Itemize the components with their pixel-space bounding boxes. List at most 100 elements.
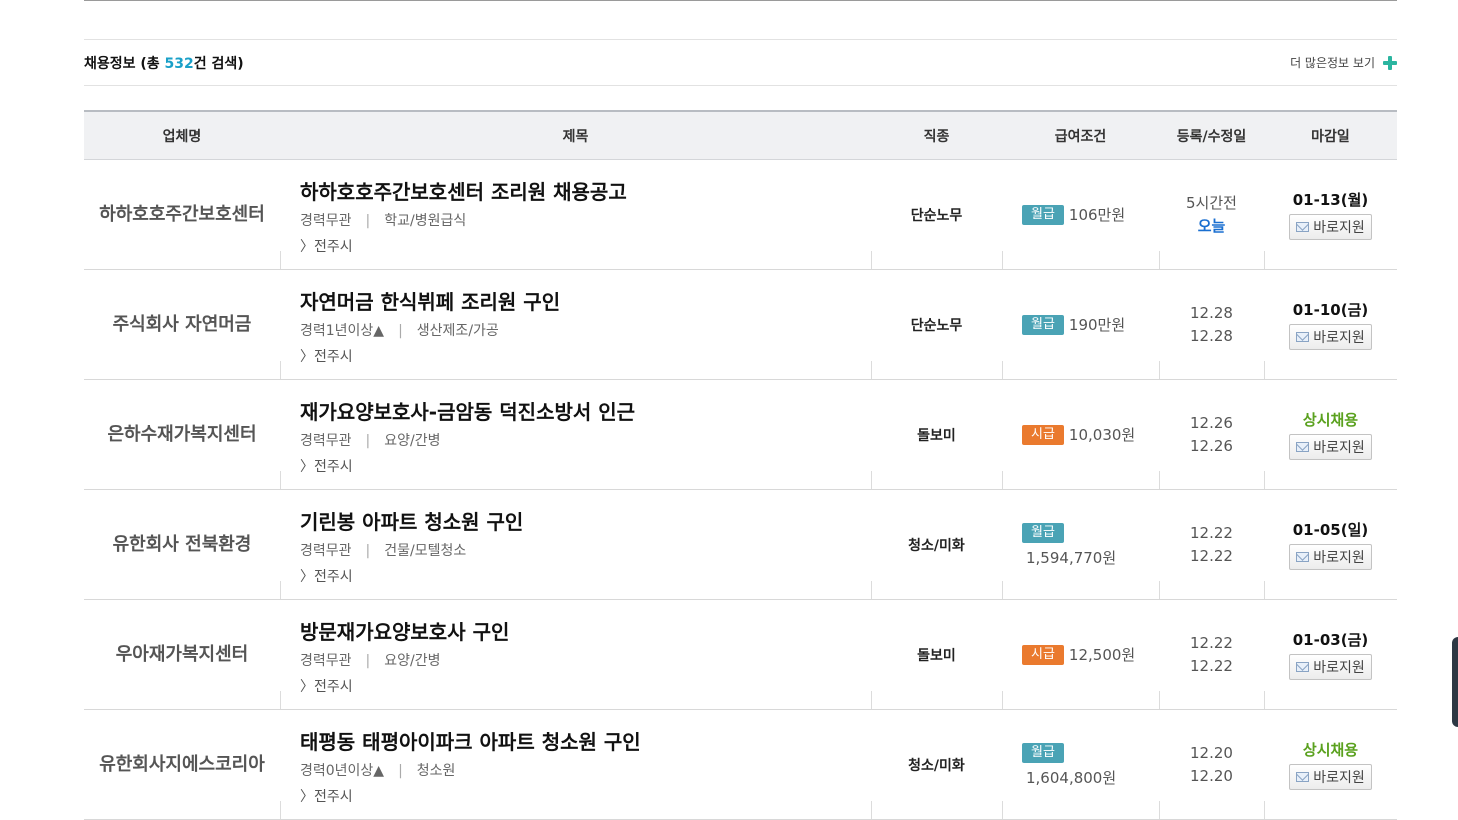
- pay-type-badge: 월급: [1022, 522, 1064, 543]
- mail-icon: [1296, 552, 1310, 562]
- chevron-right-icon: 〉: [300, 459, 314, 475]
- meta-separator: |: [365, 543, 371, 559]
- apply-button[interactable]: 바로지원: [1289, 434, 1372, 460]
- column-divider: [1002, 471, 1003, 489]
- column-divider: [1159, 361, 1160, 379]
- date-cell: 12.20 12.20: [1159, 710, 1264, 819]
- deadline: 01-03(금): [1292, 631, 1369, 649]
- company-name[interactable]: 주식회사 자연머금: [84, 270, 280, 379]
- apply-button[interactable]: 바로지원: [1289, 324, 1372, 350]
- apply-button[interactable]: 바로지원: [1289, 654, 1372, 680]
- job-type: 단순노무: [910, 317, 963, 334]
- pay-wrap: 월급 190만원: [1022, 314, 1159, 335]
- header-title: 제목: [562, 128, 589, 145]
- pay-type-badge: 시급: [1022, 424, 1064, 445]
- table-row: 주식회사 자연머금 자연머금 한식뷔페 조리원 구인 경력1년이상▲ | 생산제조/…: [84, 270, 1397, 380]
- location-label: 전주시: [314, 459, 353, 475]
- deadline-cell: 01-13(월) 바로지원: [1264, 160, 1397, 269]
- job-category: 요양/간병: [384, 653, 441, 669]
- job-info: 재가요양보호사-금암동 덕진소방서 인근 경력무관 | 요양/간병 〉전주시: [280, 380, 871, 489]
- column-divider: [1002, 691, 1003, 709]
- top-divider: [84, 0, 1397, 1]
- date-cell: 12.26 12.26: [1159, 380, 1264, 489]
- company-name[interactable]: 은하수재가복지센터: [84, 380, 280, 489]
- deadline-cell: 상시채용 바로지원: [1264, 380, 1397, 489]
- pay-amount: 12,500원: [1068, 646, 1136, 664]
- job-title-link[interactable]: 방문재가요양보호사 구인: [300, 620, 871, 644]
- summary-bar: 채용정보 (총 532건 검색) 더 많은정보 보기: [84, 39, 1397, 86]
- more-info-link[interactable]: 더 많은정보 보기: [1290, 54, 1397, 71]
- company-name[interactable]: 하하호호주간보호센터: [84, 160, 280, 269]
- deadline: 상시채용: [1302, 411, 1359, 429]
- modified-date: 12.22: [1190, 656, 1233, 675]
- location-label: 전주시: [314, 239, 353, 255]
- column-divider: [1159, 581, 1160, 599]
- job-info: 하하호호주간보호센터 조리원 채용공고 경력무관 | 학교/병원급식 〉전주시: [280, 160, 871, 269]
- job-title-link[interactable]: 자연머금 한식뷔페 조리원 구인: [300, 290, 871, 314]
- job-category: 학교/병원급식: [384, 213, 467, 229]
- chevron-right-icon: 〉: [300, 569, 314, 585]
- job-info: 태평동 태평아이파크 아파트 청소원 구인 경력0년이상▲ | 청소원 〉전주시: [280, 710, 871, 819]
- job-list-section: 채용정보 (총 532건 검색) 더 많은정보 보기 업체명 제목 직종 급여조…: [84, 0, 1397, 820]
- column-divider: [871, 471, 872, 489]
- column-divider: [1159, 801, 1160, 819]
- pay-condition: 시급 10,030원: [1002, 380, 1159, 489]
- column-divider: [871, 691, 872, 709]
- table-row: 유한회사 전북환경 기린봉 아파트 청소원 구인 경력무관 | 건물/모텔청소 〉전…: [84, 490, 1397, 600]
- company-name[interactable]: 유한회사지에스코리아: [84, 710, 280, 819]
- job-title-link[interactable]: 하하호호주간보호센터 조리원 채용공고: [300, 180, 871, 204]
- pay-type-badge: 월급: [1022, 742, 1064, 763]
- mail-icon: [1296, 222, 1310, 232]
- column-divider: [1002, 581, 1003, 599]
- column-divider: [280, 581, 281, 599]
- apply-button[interactable]: 바로지원: [1289, 764, 1372, 790]
- column-divider: [1002, 251, 1003, 269]
- pay-type-badge: 시급: [1022, 644, 1064, 665]
- apply-button[interactable]: 바로지원: [1289, 544, 1372, 570]
- job-location: 〉전주시: [300, 566, 871, 586]
- column-divider: [280, 691, 281, 709]
- column-divider: [871, 801, 872, 819]
- company-name[interactable]: 유한회사 전북환경: [84, 490, 280, 599]
- chevron-right-icon: 〉: [300, 789, 314, 805]
- column-divider: [1264, 581, 1265, 599]
- apply-label: 바로지원: [1313, 660, 1365, 676]
- pay-type-badge: 월급: [1022, 314, 1064, 335]
- apply-label: 바로지원: [1313, 770, 1365, 786]
- header-pay: 급여조건: [1054, 128, 1107, 145]
- registered-date: 12.28: [1190, 303, 1233, 322]
- career-requirement: 경력무관: [300, 543, 352, 559]
- chevron-right-icon: 〉: [300, 349, 314, 365]
- column-divider: [280, 471, 281, 489]
- job-title-link[interactable]: 기린봉 아파트 청소원 구인: [300, 510, 871, 534]
- job-type: 단순노무: [910, 207, 963, 224]
- meta-separator: |: [398, 323, 403, 339]
- modified-date: 오늘: [1197, 216, 1226, 235]
- job-category: 건물/모텔청소: [384, 543, 467, 559]
- floating-widget-edge[interactable]: [1452, 637, 1458, 727]
- mail-icon: [1296, 332, 1310, 342]
- job-type: 청소/미화: [908, 757, 965, 774]
- deadline: 01-10(금): [1292, 301, 1369, 319]
- job-title-link[interactable]: 태평동 태평아이파크 아파트 청소원 구인: [300, 730, 871, 754]
- pay-amount: 10,030원: [1068, 426, 1136, 444]
- job-location: 〉전주시: [300, 456, 871, 476]
- registered-date: 12.20: [1190, 743, 1233, 762]
- career-requirement: 경력무관: [300, 213, 352, 229]
- job-location: 〉전주시: [300, 346, 871, 366]
- table-row: 유한회사지에스코리아 태평동 태평아이파크 아파트 청소원 구인 경력0년이상▲…: [84, 710, 1397, 820]
- location-label: 전주시: [314, 349, 353, 365]
- company-name[interactable]: 우아재가복지센터: [84, 600, 280, 709]
- date-cell: 12.22 12.22: [1159, 600, 1264, 709]
- column-divider: [280, 251, 281, 269]
- mail-icon: [1296, 662, 1310, 672]
- job-title-link[interactable]: 재가요양보호사-금암동 덕진소방서 인근: [300, 400, 871, 424]
- table-row: 은하수재가복지센터 재가요양보호사-금암동 덕진소방서 인근 경력무관 | 요양/간…: [84, 380, 1397, 490]
- more-info-label: 더 많은정보 보기: [1290, 56, 1375, 70]
- table-row: 우아재가복지센터 방문재가요양보호사 구인 경력무관 | 요양/간병 〉전주시 돌보…: [84, 600, 1397, 710]
- job-location: 〉전주시: [300, 786, 871, 806]
- column-divider: [1264, 691, 1265, 709]
- career-requirement: 경력0년이상▲: [300, 763, 385, 779]
- apply-button[interactable]: 바로지원: [1289, 214, 1372, 240]
- column-divider: [280, 801, 281, 819]
